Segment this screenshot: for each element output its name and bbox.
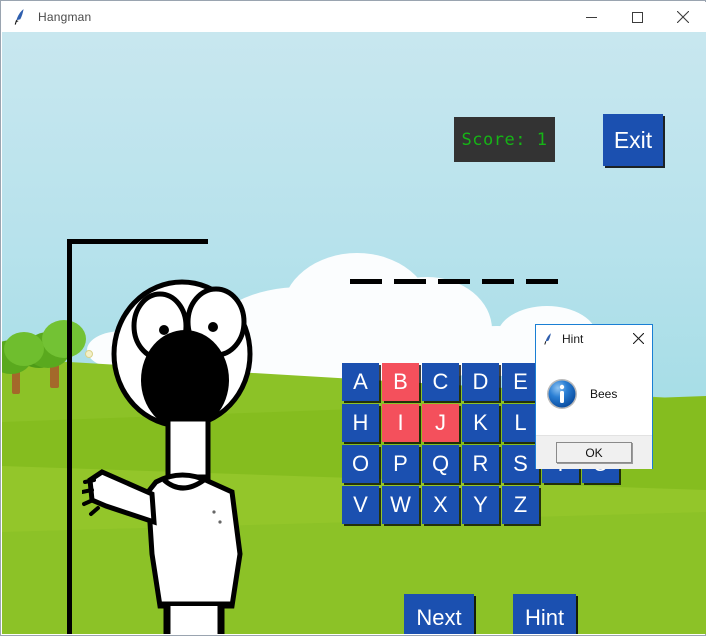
close-icon[interactable]: [660, 2, 706, 32]
letter-blank: [394, 279, 426, 284]
letter-button-j[interactable]: J: [422, 404, 459, 442]
word-blanks: [350, 279, 558, 284]
letter-button-v[interactable]: V: [342, 486, 379, 524]
dialog-close-icon[interactable]: [628, 328, 648, 348]
tree-left: [2, 332, 48, 396]
python-feather-icon: [541, 331, 557, 347]
dialog-message: Bees: [590, 387, 618, 401]
dialog-body: Bees: [536, 353, 652, 435]
title-bar: Hangman: [2, 2, 706, 32]
letter-button-q[interactable]: Q: [422, 445, 459, 483]
letter-blank: [350, 279, 382, 284]
letter-button-b[interactable]: B: [382, 363, 419, 401]
hangman-figure: [82, 254, 282, 634]
letter-blank: [482, 279, 514, 284]
info-icon: [546, 378, 578, 410]
letter-button-i[interactable]: I: [382, 404, 419, 442]
letter-button-o[interactable]: O: [342, 445, 379, 483]
ok-button[interactable]: OK: [556, 442, 632, 463]
gallows-post: [67, 239, 72, 634]
hint-button[interactable]: Hint: [513, 594, 576, 634]
letter-button-x[interactable]: X: [422, 486, 459, 524]
letter-blank: [526, 279, 558, 284]
game-canvas: Score: 1 Exit ABCDEFGHIJKLMNOPQRSTUVWXYZ…: [2, 32, 706, 634]
letter-button-d[interactable]: D: [462, 363, 499, 401]
letter-button-y[interactable]: Y: [462, 486, 499, 524]
letter-blank: [438, 279, 470, 284]
dialog-title-bar: Hint: [536, 325, 652, 353]
score-display: Score: 1: [454, 117, 555, 162]
gallows-beam: [67, 239, 208, 244]
hint-dialog: Hint Bees OK: [535, 324, 653, 469]
letter-button-p[interactable]: P: [382, 445, 419, 483]
letter-button-c[interactable]: C: [422, 363, 459, 401]
minimize-icon[interactable]: [568, 2, 614, 32]
letter-button-e[interactable]: E: [502, 363, 539, 401]
letter-button-h[interactable]: H: [342, 404, 379, 442]
score-text: Score: 1: [461, 129, 548, 150]
letter-button-l[interactable]: L: [502, 404, 539, 442]
window-frame: Hangman Score: 1 Exit A B C D E H I J K …: [0, 0, 706, 636]
window-title: Hangman: [38, 10, 92, 24]
letter-button-r[interactable]: R: [462, 445, 499, 483]
letter-button-k[interactable]: K: [462, 404, 499, 442]
letter-button-a[interactable]: A: [342, 363, 379, 401]
python-feather-icon: [10, 6, 32, 28]
maximize-icon[interactable]: [614, 2, 660, 32]
hangman-game-window: Hangman Score: 1 Exit A B C D E H I J K …: [0, 0, 706, 636]
dialog-title: Hint: [562, 332, 584, 346]
dialog-footer: OK: [536, 435, 652, 469]
letter-button-s[interactable]: S: [502, 445, 539, 483]
letter-button-z[interactable]: Z: [502, 486, 539, 524]
letter-button-w[interactable]: W: [382, 486, 419, 524]
exit-button[interactable]: Exit: [603, 114, 663, 166]
next-button[interactable]: Next: [404, 594, 474, 634]
